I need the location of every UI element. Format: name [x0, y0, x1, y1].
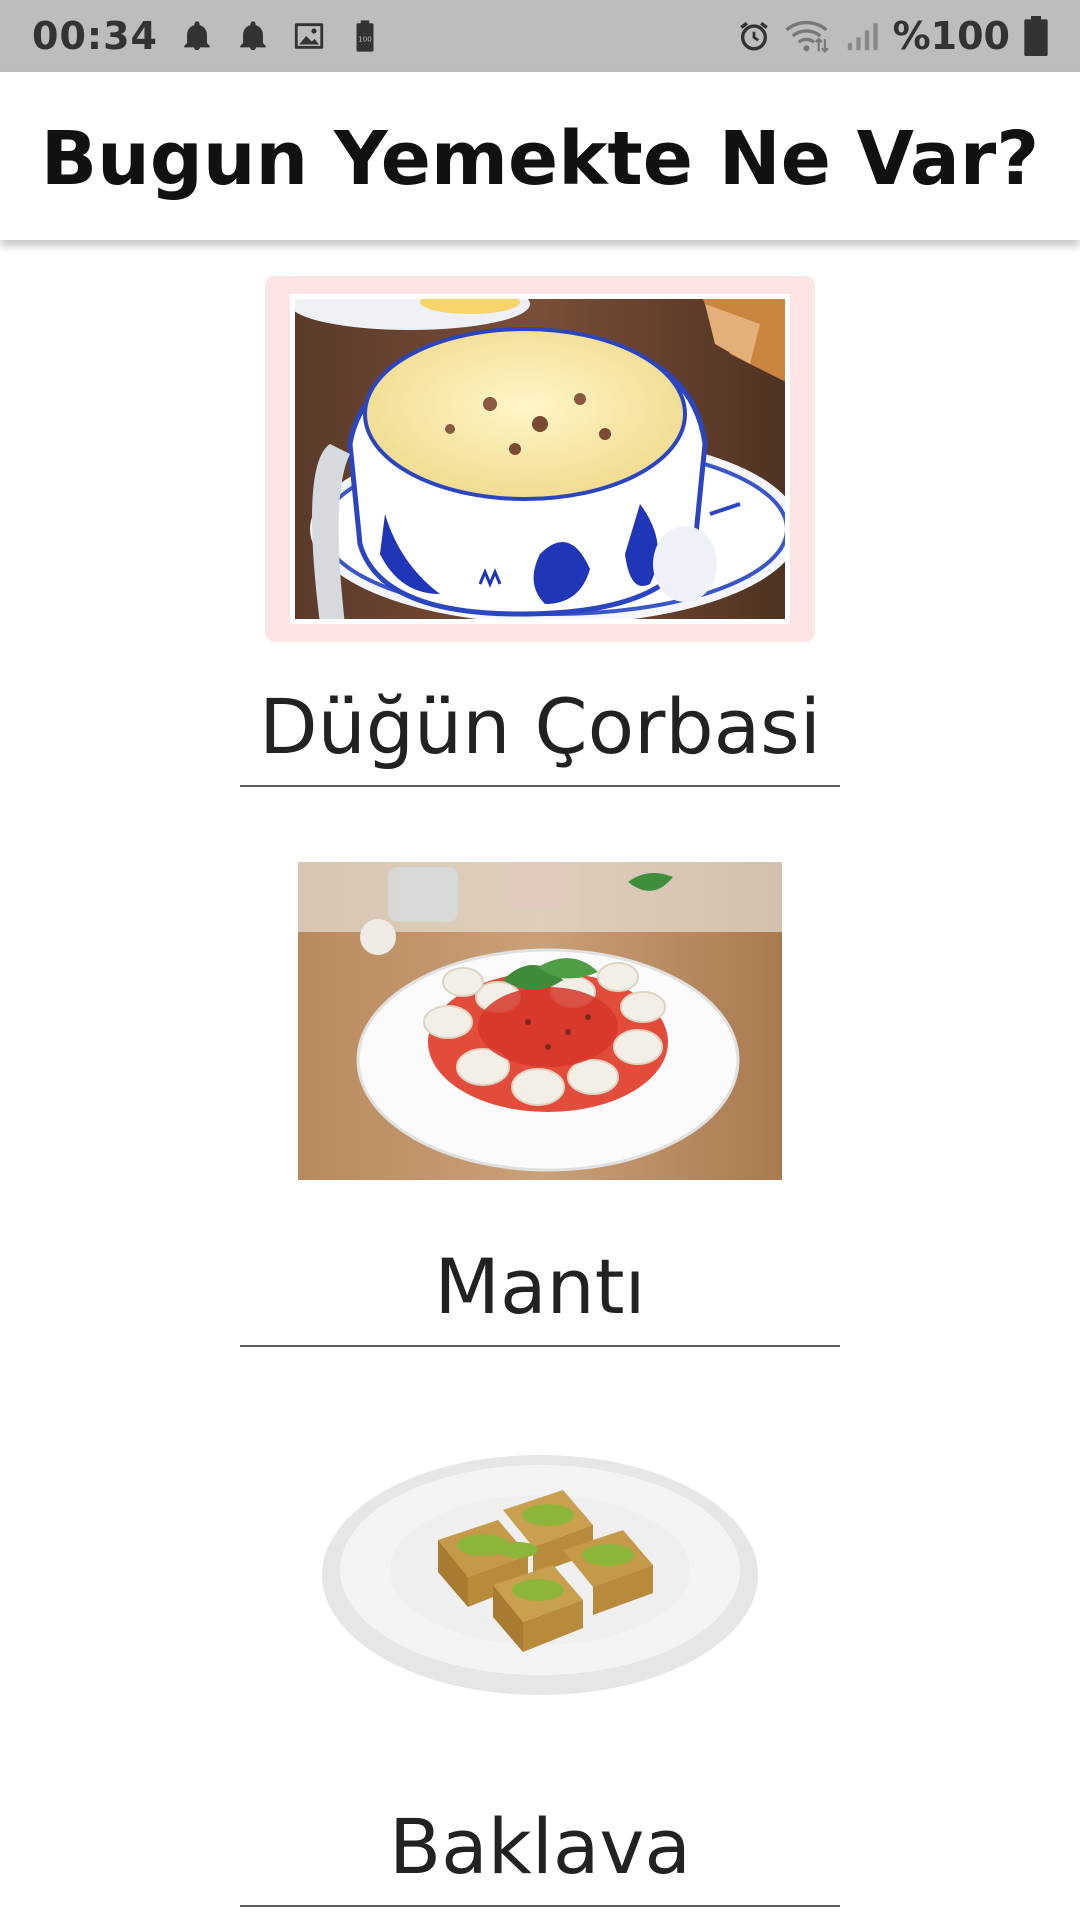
- app-bar: Bugun Yemekte Ne Var?: [0, 72, 1080, 240]
- image-icon: [294, 23, 324, 49]
- manti-image[interactable]: [298, 862, 782, 1180]
- divider: [240, 785, 840, 787]
- status-bar: 00:34 100 %100: [0, 0, 1080, 72]
- menu-item-name: Mantı: [434, 1242, 646, 1331]
- alarm-icon: [739, 21, 768, 51]
- menu-item-name: Baklava: [389, 1802, 691, 1891]
- soup-image[interactable]: [290, 294, 790, 624]
- bell-icon: [240, 21, 266, 51]
- menu-item-name: Düğün Çorbasi: [259, 682, 821, 771]
- status-bar-left: 00:34 100: [32, 14, 382, 58]
- signal-icon: [847, 23, 878, 51]
- wifi-icon: [785, 20, 829, 53]
- status-time: 00:34: [32, 14, 158, 58]
- svg-text:100: 100: [358, 35, 372, 44]
- bell-icon: [184, 21, 210, 51]
- battery-percent: %100: [892, 14, 1010, 58]
- baklava-image[interactable]: [318, 1450, 762, 1700]
- divider: [240, 1345, 840, 1347]
- battery-saver-icon: 100: [356, 20, 374, 52]
- divider: [240, 1905, 840, 1907]
- page-title: Bugun Yemekte Ne Var?: [40, 116, 1040, 202]
- status-bar-right: %100: [737, 14, 1048, 58]
- battery-icon: [1024, 16, 1048, 56]
